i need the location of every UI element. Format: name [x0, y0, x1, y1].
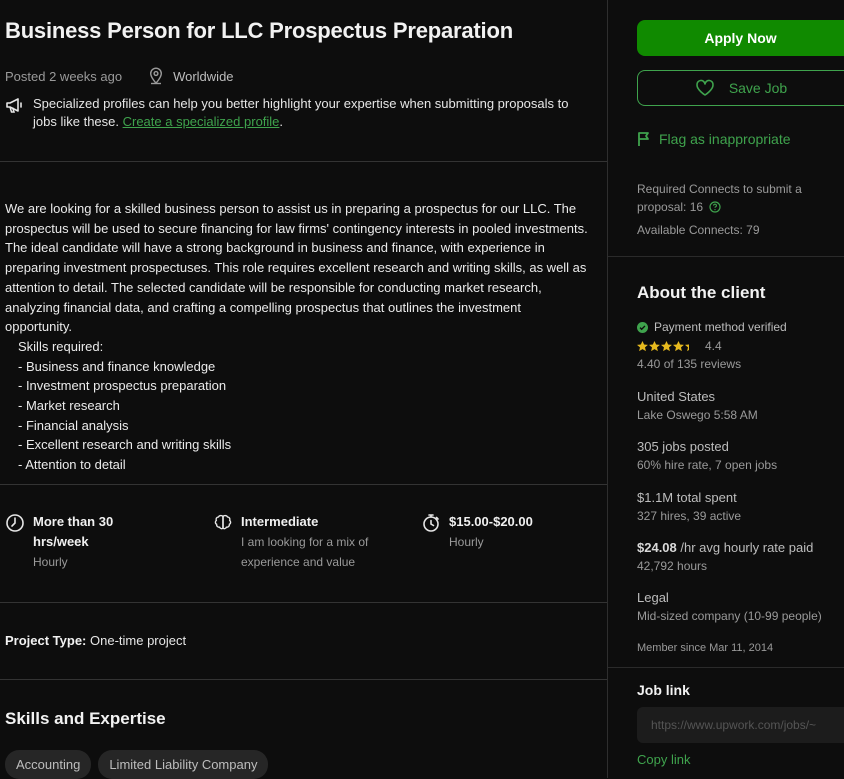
divider	[0, 679, 607, 680]
feature-rate: $15.00-$20.00 Hourly	[421, 512, 571, 552]
list-item: - Attention to detail	[18, 457, 126, 473]
tip-text: Specialized profiles can help you better…	[33, 95, 595, 131]
total-hours: 42,792 hours	[637, 559, 708, 573]
create-specialized-profile-link[interactable]: Create a specialized profile	[123, 114, 280, 129]
posted-time: Posted 2 weeks ago	[5, 68, 123, 84]
star-rating-icon	[637, 340, 689, 351]
feature-title: Intermediate	[241, 514, 319, 529]
description-paragraph: We are looking for a skilled business pe…	[5, 201, 588, 335]
heart-icon	[695, 79, 715, 97]
verified-check-icon	[637, 321, 648, 333]
divider	[0, 602, 607, 603]
job-title: Business Person for LLC Prospectus Prepa…	[5, 18, 513, 43]
apply-now-button[interactable]: Apply Now	[637, 20, 844, 56]
hires-active: 327 hires, 39 active	[637, 509, 742, 523]
client-avg-rate: $24.08 /hr avg hourly rate paid 42,792 h…	[637, 539, 842, 575]
feature-experience: Intermediate I am looking for a mix of e…	[213, 512, 383, 572]
client-local-time: Lake Oswego 5:58 AM	[637, 408, 758, 422]
job-location: Worldwide	[173, 68, 234, 84]
skills-chips: Accounting Limited Liability Company	[5, 750, 269, 779]
tip-message: Specialized profiles can help you better…	[33, 96, 569, 129]
job-features: More than 30 hrs/week Hourly Intermediat…	[5, 512, 605, 582]
project-type: Project Type: One-time project	[5, 633, 186, 648]
job-link-input[interactable]	[637, 707, 844, 743]
rating-value: 4.4	[705, 339, 722, 353]
client-company: Legal Mid-sized company (10-99 people)	[637, 589, 842, 625]
reviews-count: 4.40 of 135 reviews	[637, 357, 742, 371]
job-details-panel: Business Person for LLC Prospectus Prepa…	[0, 0, 607, 779]
divider	[0, 484, 607, 485]
brain-icon	[213, 512, 241, 572]
job-meta: Posted 2 weeks ago Worldwide	[5, 67, 234, 85]
client-rating: 4.4	[637, 339, 722, 353]
flag-icon	[637, 131, 651, 147]
client-country: United States	[637, 389, 716, 404]
skills-required-list: - Business and finance knowledge - Inves…	[5, 357, 590, 475]
feature-title: $15.00-$20.00	[449, 514, 533, 529]
available-connects: Available Connects: 79	[637, 223, 760, 237]
star-rating	[637, 340, 697, 352]
company-size: Mid-sized company (10-99 people)	[637, 609, 822, 623]
divider	[608, 256, 844, 257]
job-description: We are looking for a skilled business pe…	[5, 199, 590, 475]
required-connects: Required Connects to submit a proposal: …	[637, 180, 837, 216]
specialized-profile-tip: Specialized profiles can help you better…	[5, 95, 595, 131]
list-item: - Excellent research and writing skills	[18, 437, 232, 453]
list-item: - Market research	[18, 398, 120, 414]
copy-link-button[interactable]: Copy link	[637, 752, 690, 767]
skill-chip[interactable]: Accounting	[5, 750, 92, 779]
jobs-posted: 305 jobs posted	[637, 439, 729, 454]
feature-subtitle: I am looking for a mix of experience and…	[241, 535, 369, 569]
project-type-label: Project Type:	[5, 633, 87, 648]
payment-verified: Payment method verified	[637, 320, 787, 334]
flag-inappropriate-link[interactable]: Flag as inappropriate	[637, 131, 791, 147]
feature-subtitle: Hourly	[33, 555, 68, 569]
member-since: Member since Mar 11, 2014	[637, 642, 774, 654]
flag-label: Flag as inappropriate	[659, 131, 791, 147]
avg-hourly-rate: $24.08 /hr avg hourly rate paid	[637, 539, 842, 557]
stopwatch-icon	[421, 512, 449, 552]
about-client-title: About the client	[637, 283, 766, 302]
hire-rate: 60% hire rate, 7 open jobs	[637, 458, 778, 472]
feature-subtitle: Hourly	[449, 535, 484, 549]
total-spent: $1.1M total spent	[637, 490, 737, 505]
clock-icon	[5, 512, 33, 572]
list-item: - Investment prospectus preparation	[18, 378, 227, 394]
skills-section-title: Skills and Expertise	[5, 709, 166, 728]
save-job-label: Save Job	[728, 80, 788, 96]
sidebar: Apply Now Save Job Flag as inappropriate…	[608, 0, 844, 778]
tip-suffix: .	[279, 114, 284, 129]
location-pin-icon	[148, 67, 164, 85]
avg-rate-value: $24.08	[637, 540, 677, 555]
skill-chip[interactable]: Limited Liability Company	[98, 750, 269, 779]
client-location: United States Lake Oswego 5:58 AM	[637, 388, 842, 424]
save-job-button[interactable]: Save Job	[637, 70, 844, 106]
divider	[608, 667, 844, 668]
job-link-title: Job link	[637, 682, 690, 698]
client-jobs: 305 jobs posted 60% hire rate, 7 open jo…	[637, 438, 842, 474]
skills-required-heading: Skills required:	[18, 338, 104, 354]
project-type-value: One-time project	[86, 633, 187, 648]
list-item: - Financial analysis	[18, 417, 129, 433]
avg-rate-label: /hr avg hourly rate paid	[676, 540, 814, 555]
payment-verified-text: Payment method verified	[654, 320, 787, 334]
client-industry: Legal	[637, 590, 669, 605]
feature-hours: More than 30 hrs/week Hourly	[5, 512, 115, 572]
megaphone-icon	[5, 95, 33, 131]
divider	[0, 161, 607, 162]
client-spend: $1.1M total spent 327 hires, 39 active	[637, 489, 842, 525]
list-item: - Business and finance knowledge	[18, 358, 216, 374]
help-icon[interactable]	[709, 201, 721, 213]
feature-title: More than 30 hrs/week	[33, 514, 114, 549]
